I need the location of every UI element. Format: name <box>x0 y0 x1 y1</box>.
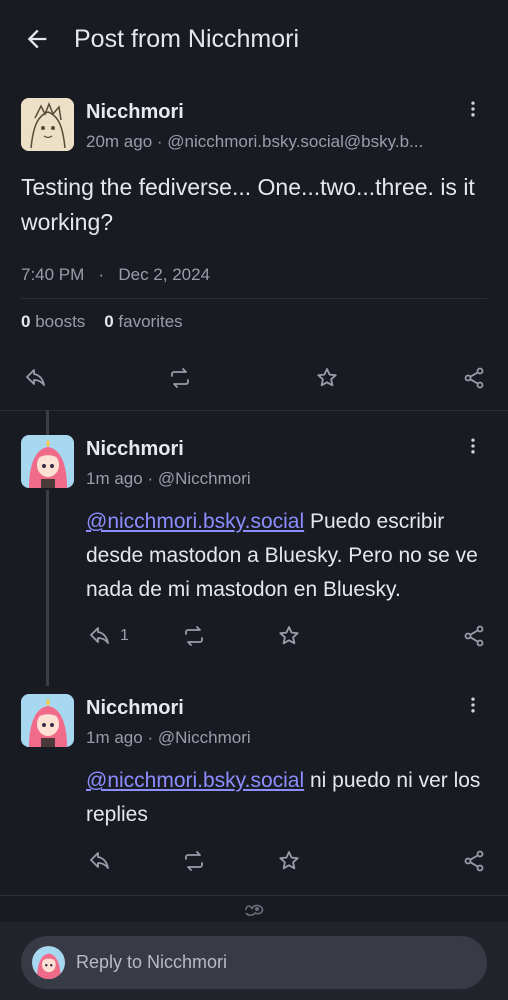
thread-line <box>46 410 49 435</box>
more-options-button[interactable] <box>463 97 483 121</box>
time-ago: 1m ago <box>86 469 143 488</box>
boosts-label: boosts <box>35 312 86 331</box>
boost-icon <box>185 626 203 646</box>
avatar-sketch-icon <box>21 98 74 151</box>
boost-icon <box>171 368 189 388</box>
post-meta: 20m ago · @nicchmori.bsky.social@bsky.b.… <box>86 132 446 152</box>
favorites-stat[interactable]: 0 favorites <box>104 312 182 331</box>
meta-separator: · <box>156 132 168 151</box>
share-icon <box>464 367 484 389</box>
boosts-stat[interactable]: 0 boosts <box>21 312 85 331</box>
top-bar: Post from Nicchmori <box>0 0 508 78</box>
reply-button[interactable]: 1 <box>88 624 129 648</box>
back-button[interactable] <box>0 0 74 78</box>
avatar-anime-icon <box>21 435 74 488</box>
post-time: 7:40 PM <box>21 265 85 284</box>
avatar-anime-icon <box>32 946 65 979</box>
boost-button[interactable] <box>168 366 192 390</box>
reply-button[interactable] <box>88 849 112 873</box>
time-ago: 1m ago <box>86 728 143 747</box>
author-handle[interactable]: @nicchmori.bsky.social@bsky.b... <box>167 132 423 151</box>
more-vertical-icon <box>471 101 475 117</box>
mention-link[interactable]: @nicchmori.bsky.social <box>86 769 304 792</box>
star-icon <box>279 851 299 870</box>
thread-line <box>46 490 49 686</box>
page-title: Post from Nicchmori <box>74 24 300 53</box>
divider <box>0 895 508 896</box>
reply-icon <box>26 369 45 386</box>
avatar[interactable] <box>21 98 74 151</box>
more-vertical-icon <box>471 438 475 454</box>
author-name[interactable]: Nicchmori <box>86 101 184 124</box>
arrow-left-icon <box>27 29 47 49</box>
post-timestamp: 7:40 PM · Dec 2, 2024 <box>21 265 210 285</box>
more-options-button[interactable] <box>463 693 483 717</box>
meta-separator: · <box>147 469 158 488</box>
share-button[interactable] <box>462 624 486 648</box>
share-icon <box>464 850 484 872</box>
post-stats: 0 boosts 0 favorites <box>21 312 183 332</box>
boosts-count: 0 <box>21 312 31 331</box>
meta-separator: · <box>147 728 158 747</box>
divider <box>21 298 487 299</box>
avatar[interactable] <box>21 435 74 488</box>
timestamp-separator: · <box>89 265 114 284</box>
reply-count: 1 <box>120 627 129 644</box>
avatar-anime-icon <box>21 694 74 747</box>
reply-icon <box>90 627 109 644</box>
share-button[interactable] <box>462 366 486 390</box>
author-handle[interactable]: @Nicchmori <box>158 728 251 747</box>
author-handle[interactable]: @Nicchmori <box>158 469 251 488</box>
boost-button[interactable] <box>182 849 206 873</box>
favorite-button[interactable] <box>277 849 301 873</box>
favorite-button[interactable] <box>277 624 301 648</box>
share-button[interactable] <box>462 849 486 873</box>
thread-end-ornament-icon <box>243 902 265 923</box>
post-content: @nicchmori.bsky.social ni puedo ni ver l… <box>86 764 486 832</box>
reply-icon <box>90 852 109 869</box>
favorite-button[interactable] <box>315 366 339 390</box>
post-date: Dec 2, 2024 <box>118 265 211 284</box>
divider <box>0 410 508 411</box>
post-content: @nicchmori.bsky.social Puedo escribir de… <box>86 505 486 607</box>
post-content: Testing the fediverse... One...two...thr… <box>21 174 475 235</box>
reply-composer-input[interactable]: Reply to Nicchmori <box>21 936 487 989</box>
reply-placeholder: Reply to Nicchmori <box>76 952 228 972</box>
post-meta: 1m ago · @Nicchmori <box>86 728 251 748</box>
favorites-count: 0 <box>104 312 114 331</box>
author-name[interactable]: Nicchmori <box>86 697 184 720</box>
reply-button[interactable] <box>24 366 48 390</box>
time-ago: 20m ago <box>86 132 153 151</box>
more-vertical-icon <box>471 697 475 713</box>
star-icon <box>317 368 337 387</box>
favorites-label: favorites <box>118 312 183 331</box>
boost-button[interactable] <box>182 624 206 648</box>
mention-link[interactable]: @nicchmori.bsky.social <box>86 510 304 533</box>
avatar <box>32 946 65 979</box>
more-options-button[interactable] <box>463 434 483 458</box>
star-icon <box>279 626 299 645</box>
avatar[interactable] <box>21 694 74 747</box>
author-name[interactable]: Nicchmori <box>86 438 184 461</box>
post-meta: 1m ago · @Nicchmori <box>86 469 251 489</box>
share-icon <box>464 625 484 647</box>
boost-icon <box>185 851 203 871</box>
